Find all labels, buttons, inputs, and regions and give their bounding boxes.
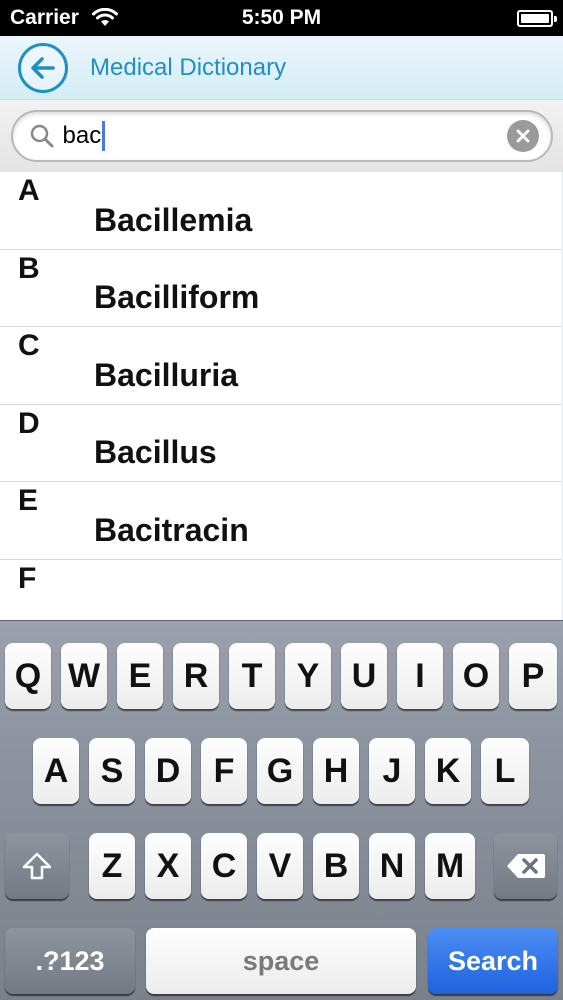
clear-icon <box>516 129 529 143</box>
numbers-key[interactable]: .?123 <box>5 928 135 994</box>
search-key[interactable]: Search <box>428 928 558 994</box>
key-h[interactable]: H <box>313 738 359 804</box>
status-bar: Carrier 5:50 PM <box>0 0 563 36</box>
key-g[interactable]: G <box>257 738 303 804</box>
key-q[interactable]: Q <box>5 643 51 709</box>
carrier-label: Carrier <box>10 6 79 29</box>
content-area: A B C D E F Bacillemia Bacilliform Bacil… <box>0 172 563 620</box>
key-b[interactable]: B <box>313 833 359 899</box>
shift-key[interactable] <box>5 833 69 899</box>
index-item-d[interactable]: D <box>0 405 76 482</box>
battery-icon <box>517 9 557 27</box>
keyboard: Q W E R T Y U I O P A S D F G H J K L Z … <box>0 620 563 1000</box>
search-field[interactable]: bac <box>10 110 553 162</box>
shift-icon <box>22 852 52 880</box>
key-a[interactable]: A <box>33 738 79 804</box>
text-caret <box>102 121 106 151</box>
status-left: Carrier <box>10 6 119 30</box>
key-i[interactable]: I <box>397 643 443 709</box>
key-f[interactable]: F <box>201 738 247 804</box>
wifi-icon <box>91 8 118 26</box>
clear-button[interactable] <box>506 120 539 152</box>
key-j[interactable]: J <box>369 738 415 804</box>
result-label: Bacilliform <box>94 279 260 316</box>
result-label: Bacitracin <box>94 511 249 548</box>
key-t[interactable]: T <box>229 643 275 709</box>
search-icon <box>30 124 53 148</box>
result-label: Bacillus <box>94 434 217 471</box>
result-label: Bacilluria <box>94 356 239 393</box>
key-s[interactable]: S <box>89 738 135 804</box>
delete-icon <box>506 854 545 878</box>
key-n[interactable]: N <box>369 833 415 899</box>
result-row[interactable]: Bacilliform <box>76 250 561 327</box>
space-key[interactable]: space <box>146 928 416 994</box>
page-title: Medical Dictionary <box>90 53 287 81</box>
nav-bar: Medical Dictionary <box>0 36 563 100</box>
key-p[interactable]: P <box>509 643 557 709</box>
index-item-a[interactable]: A <box>0 172 76 250</box>
back-button[interactable] <box>18 42 68 93</box>
back-arrow-icon <box>31 56 55 79</box>
search-bar: bac <box>0 100 563 172</box>
key-r[interactable]: R <box>173 643 219 709</box>
key-v[interactable]: V <box>257 833 303 899</box>
key-u[interactable]: U <box>341 643 387 709</box>
alphabet-index: A B C D E F <box>0 172 76 620</box>
key-k[interactable]: K <box>425 738 471 804</box>
key-z[interactable]: Z <box>89 833 135 899</box>
result-row[interactable]: Bacilluria <box>76 327 561 405</box>
key-o[interactable]: O <box>453 643 499 709</box>
index-item-c[interactable]: C <box>0 327 76 405</box>
key-d[interactable]: D <box>145 738 191 804</box>
index-item-f[interactable]: F <box>0 560 76 621</box>
key-w[interactable]: W <box>61 643 107 709</box>
results-list: Bacillemia Bacilliform Bacilluria Bacill… <box>76 172 561 560</box>
key-y[interactable]: Y <box>285 643 331 709</box>
key-c[interactable]: C <box>201 833 247 899</box>
delete-key[interactable] <box>494 833 557 899</box>
key-x[interactable]: X <box>145 833 191 899</box>
result-row[interactable]: Bacitracin <box>76 482 561 560</box>
result-row[interactable]: Bacillus <box>76 405 561 482</box>
search-input-text: bac <box>62 122 102 149</box>
index-item-e[interactable]: E <box>0 482 76 560</box>
key-e[interactable]: E <box>117 643 163 709</box>
result-label: Bacillemia <box>94 201 253 238</box>
index-item-b[interactable]: B <box>0 250 76 327</box>
key-l[interactable]: L <box>481 738 529 804</box>
search-input[interactable]: bac <box>63 121 507 151</box>
key-m[interactable]: M <box>425 833 475 899</box>
result-row[interactable]: Bacillemia <box>76 172 561 250</box>
